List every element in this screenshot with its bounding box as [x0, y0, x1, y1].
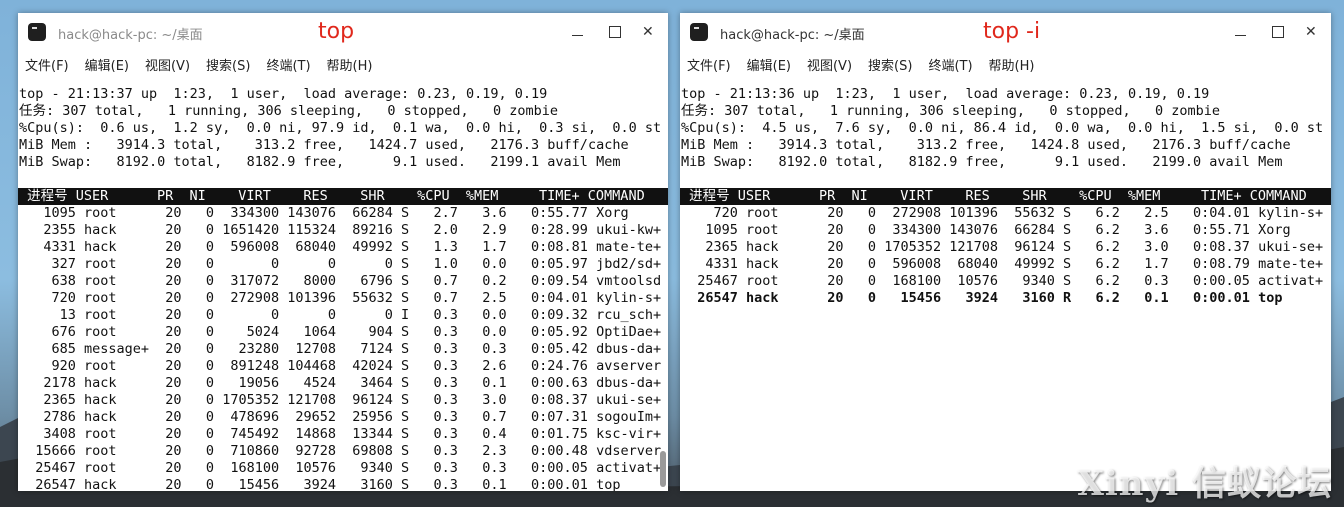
terminal-window-top[interactable]: hack@hack-pc: ~/桌面 top 文件(F) 编辑(E) 视图(V)… [18, 13, 668, 491]
watermark-logo: Xinyi 信蚁论坛 [1077, 464, 1332, 504]
menu-help[interactable]: 帮助(H) [989, 55, 1035, 74]
process-row: 720 root 20 0 272908 101396 55632 S 6.2 … [681, 205, 1324, 221]
process-row: 4331 hack 20 0 596008 68040 49992 S 6.2 … [681, 256, 1324, 272]
process-row: 2365 hack 20 0 1705352 121708 96124 S 6.… [681, 239, 1324, 255]
menu-file[interactable]: 文件(F) [687, 55, 731, 74]
process-row: 676 root 20 0 5024 1064 904 S 0.3 0.0 0:… [19, 324, 662, 340]
menu-terminal[interactable]: 终端(T) [266, 55, 310, 74]
menu-edit[interactable]: 编辑(E) [85, 55, 129, 74]
process-row: 2355 hack 20 0 1651420 115324 89216 S 2.… [19, 222, 662, 238]
process-row: 13 root 20 0 0 0 0 I 0.3 0.0 0:09.32 rcu… [19, 307, 662, 323]
terminal-window-top-i[interactable]: hack@hack-pc: ~/桌面 top -i 文件(F) 编辑(E) 视图… [680, 13, 1331, 491]
summary-uptime: top - 21:13:37 up 1:23, 1 user, load ave… [19, 86, 548, 102]
process-row: 2178 hack 20 0 19056 4524 3464 S 0.3 0.1… [19, 375, 662, 391]
menu-view[interactable]: 视图(V) [807, 55, 852, 74]
summary-cpu: %Cpu(s): 0.6 us, 1.2 sy, 0.0 ni, 97.9 id… [19, 120, 662, 136]
menu-terminal[interactable]: 终端(T) [928, 55, 972, 74]
process-row: 2365 hack 20 0 1705352 121708 96124 S 0.… [19, 392, 662, 408]
scrollbar[interactable] [660, 86, 666, 487]
terminal-output[interactable]: top - 21:13:37 up 1:23, 1 user, load ave… [18, 86, 668, 491]
close-icon[interactable] [1303, 23, 1321, 41]
process-row: 25467 root 20 0 168100 10576 9340 S 6.2 … [681, 273, 1324, 289]
terminal-icon [690, 23, 708, 41]
maximize-icon[interactable] [1269, 23, 1287, 41]
process-row: 25467 root 20 0 168100 10576 9340 S 0.3 … [19, 460, 662, 476]
menu-view[interactable]: 视图(V) [145, 55, 190, 74]
menu-help[interactable]: 帮助(H) [327, 55, 373, 74]
process-row: 720 root 20 0 272908 101396 55632 S 0.7 … [19, 290, 662, 306]
menu-bar: 文件(F) 编辑(E) 视图(V) 搜索(S) 终端(T) 帮助(H) [680, 51, 1331, 77]
menu-bar: 文件(F) 编辑(E) 视图(V) 搜索(S) 终端(T) 帮助(H) [18, 51, 668, 77]
summary-uptime: top - 21:13:36 up 1:23, 1 user, load ave… [681, 86, 1210, 102]
summary-mem: MiB Mem : 3914.3 total, 313.2 free, 1424… [19, 137, 629, 153]
process-row: 3408 root 20 0 745492 14868 13344 S 0.3 … [19, 426, 662, 442]
process-row: 2786 hack 20 0 478696 29652 25956 S 0.3 … [19, 409, 662, 425]
summary-swap: MiB Swap: 8192.0 total, 8182.9 free, 9.1… [681, 154, 1283, 170]
title-bar[interactable]: hack@hack-pc: ~/桌面 top [18, 13, 668, 51]
annotation-label: top [318, 19, 355, 44]
process-row: 920 root 20 0 891248 104468 42024 S 0.3 … [19, 358, 662, 374]
process-row: 4331 hack 20 0 596008 68040 49992 S 1.3 … [19, 239, 662, 255]
process-row: 1095 root 20 0 334300 143076 66284 S 6.2… [681, 222, 1291, 238]
terminal-icon [28, 23, 46, 41]
menu-file[interactable]: 文件(F) [25, 55, 69, 74]
process-row: 1095 root 20 0 334300 143076 66284 S 2.7… [19, 205, 629, 221]
minimize-icon[interactable] [568, 23, 586, 41]
title-bar[interactable]: hack@hack-pc: ~/桌面 top -i [680, 13, 1331, 51]
scrollbar-thumb[interactable] [660, 451, 666, 487]
window-title: hack@hack-pc: ~/桌面 [58, 28, 203, 43]
close-icon[interactable] [640, 23, 658, 41]
process-row: 638 root 20 0 317072 8000 6796 S 0.7 0.2… [19, 273, 662, 289]
window-title: hack@hack-pc: ~/桌面 [720, 28, 865, 43]
annotation-label: top -i [983, 19, 1041, 44]
terminal-output[interactable]: top - 21:13:36 up 1:23, 1 user, load ave… [680, 86, 1331, 491]
process-table-header: 进程号 USER PR NI VIRT RES SHR %CPU %MEM TI… [18, 188, 668, 205]
process-row-running: 26547 hack 20 0 15456 3924 3160 R 6.2 0.… [681, 290, 1283, 306]
summary-cpu: %Cpu(s): 4.5 us, 7.6 sy, 0.0 ni, 86.4 id… [681, 120, 1324, 136]
menu-edit[interactable]: 编辑(E) [747, 55, 791, 74]
summary-tasks: 任务: 307 total, 1 running, 306 sleeping, … [19, 103, 559, 119]
process-table-header: 进程号 USER PR NI VIRT RES SHR %CPU %MEM TI… [680, 188, 1331, 205]
minimize-icon[interactable] [1231, 23, 1249, 41]
summary-tasks: 任务: 307 total, 1 running, 306 sleeping, … [681, 103, 1221, 119]
menu-search[interactable]: 搜索(S) [206, 55, 250, 74]
process-row: 685 message+ 20 0 23280 12708 7124 S 0.3… [19, 341, 662, 357]
menu-search[interactable]: 搜索(S) [868, 55, 912, 74]
summary-mem: MiB Mem : 3914.3 total, 313.2 free, 1424… [681, 137, 1291, 153]
process-row: 26547 hack 20 0 15456 3924 3160 S 0.3 0.… [19, 477, 621, 491]
maximize-icon[interactable] [606, 23, 624, 41]
process-row: 327 root 20 0 0 0 0 S 1.0 0.0 0:05.97 jb… [19, 256, 662, 272]
process-row: 15666 root 20 0 710860 92728 69808 S 0.3… [19, 443, 662, 459]
summary-swap: MiB Swap: 8192.0 total, 8182.9 free, 9.1… [19, 154, 621, 170]
